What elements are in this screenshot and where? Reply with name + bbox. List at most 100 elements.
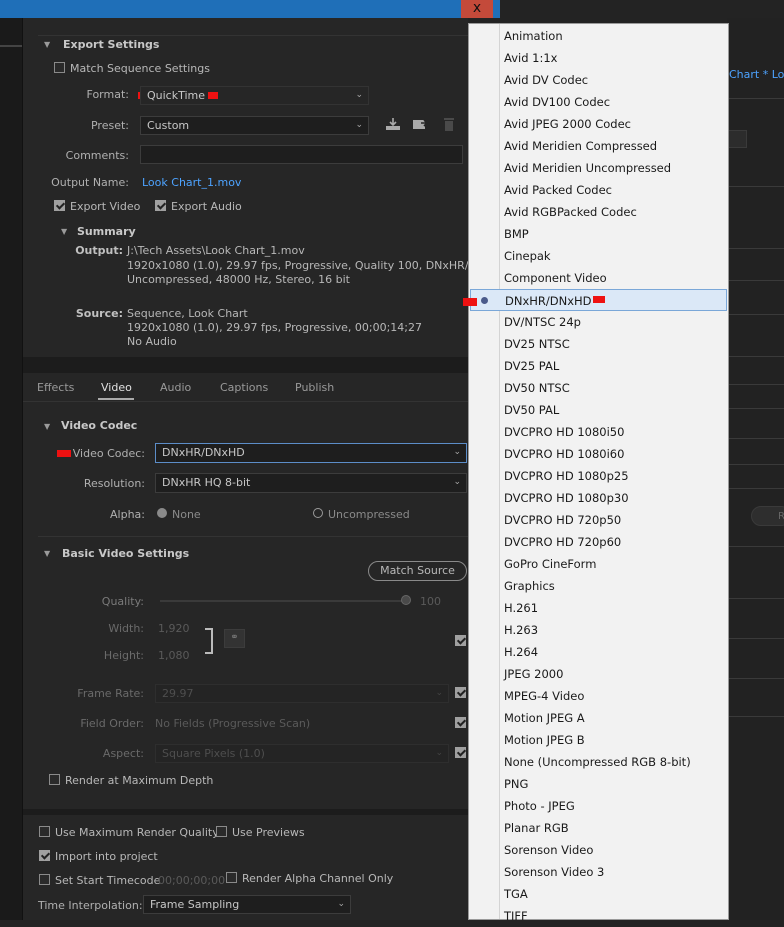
codec-menu-item[interactable]: H.261: [470, 597, 727, 619]
collapse-triangle-icon[interactable]: ▼: [61, 227, 67, 236]
time-interpolation-select[interactable]: Frame Sampling ⌄: [143, 895, 351, 914]
render-max-depth-checkbox[interactable]: [49, 774, 60, 785]
annotation-marker: [57, 450, 71, 457]
collapse-triangle-icon[interactable]: ▼: [44, 549, 50, 558]
right-pane-link[interactable]: Chart * Loo: [729, 68, 784, 81]
export-video-checkbox[interactable]: [54, 200, 65, 211]
codec-menu-item[interactable]: H.264: [470, 641, 727, 663]
codec-menu-item[interactable]: Avid Meridien Uncompressed: [470, 157, 727, 179]
timecode-value[interactable]: 00;00;00;00: [158, 874, 225, 887]
source-key: Source:: [75, 307, 123, 320]
frame-rate-value: 29.97: [162, 687, 194, 700]
height-value[interactable]: 1,080: [158, 649, 190, 662]
set-start-timecode-checkbox[interactable]: [39, 874, 50, 885]
codec-menu-item[interactable]: DV25 NTSC: [470, 333, 727, 355]
codec-menu-item-label: Avid 1:1x: [504, 51, 558, 65]
codec-menu-item-label: Cinepak: [504, 249, 551, 263]
codec-menu-item[interactable]: TIFF: [470, 905, 727, 927]
codec-menu-item[interactable]: Avid 1:1x: [470, 47, 727, 69]
match-source-button[interactable]: Match Source: [368, 561, 467, 581]
codec-menu-item[interactable]: Photo - JPEG: [470, 795, 727, 817]
dimensions-checkbox[interactable]: [455, 635, 466, 646]
codec-menu-item[interactable]: DVCPRO HD 1080p25: [470, 465, 727, 487]
resolution-select[interactable]: DNxHR HQ 8-bit ⌄: [155, 473, 467, 493]
field-order-checkbox[interactable]: [455, 717, 466, 728]
import-into-project-checkbox[interactable]: [39, 850, 50, 861]
codec-menu-item[interactable]: Avid JPEG 2000 Codec: [470, 113, 727, 135]
codec-menu-item[interactable]: Avid Meridien Compressed: [470, 135, 727, 157]
frame-rate-checkbox[interactable]: [455, 687, 466, 698]
import-preset-icon[interactable]: [412, 117, 429, 134]
codec-menu-item-label: Sorenson Video: [504, 843, 594, 857]
render-alpha-only-checkbox[interactable]: [226, 872, 237, 883]
delete-preset-icon[interactable]: [443, 117, 455, 134]
codec-menu-item[interactable]: DV50 NTSC: [470, 377, 727, 399]
collapse-triangle-icon[interactable]: ▼: [44, 40, 50, 49]
codec-menu-item[interactable]: H.263: [470, 619, 727, 641]
codec-menu-item[interactable]: TGA: [470, 883, 727, 905]
codec-menu-item-label: TGA: [504, 887, 528, 901]
codec-menu-item[interactable]: Motion JPEG B: [470, 729, 727, 751]
field-order-value[interactable]: No Fields (Progressive Scan): [155, 717, 310, 730]
video-codec-select[interactable]: DNxHR/DNxHD ⌄: [155, 443, 467, 463]
export-audio-checkbox[interactable]: [155, 200, 166, 211]
codec-menu-item[interactable]: DV50 PAL: [470, 399, 727, 421]
codec-menu-item[interactable]: Motion JPEG A: [470, 707, 727, 729]
max-render-quality-checkbox[interactable]: [39, 826, 50, 837]
codec-menu-item[interactable]: Avid DV Codec: [470, 69, 727, 91]
codec-menu-item[interactable]: GoPro CineForm: [470, 553, 727, 575]
codec-menu-item[interactable]: DVCPRO HD 1080p30: [470, 487, 727, 509]
codec-menu-item[interactable]: DVCPRO HD 720p50: [470, 509, 727, 531]
right-pane-field[interactable]: [727, 130, 747, 148]
codec-menu-item[interactable]: Animation: [470, 25, 727, 47]
tab-video[interactable]: Video: [101, 381, 132, 394]
codec-menu-item[interactable]: DVCPRO HD 720p60: [470, 531, 727, 553]
tab-effects[interactable]: Effects: [37, 381, 74, 394]
codec-menu-item[interactable]: BMP: [470, 223, 727, 245]
codec-menu-item[interactable]: Component Video: [470, 267, 727, 289]
aspect-select[interactable]: Square Pixels (1.0) ⌄: [155, 744, 449, 763]
comments-input[interactable]: [140, 145, 463, 164]
frame-rate-label: Frame Rate:: [77, 687, 144, 700]
tab-captions[interactable]: Captions: [220, 381, 268, 394]
codec-menu-item[interactable]: JPEG 2000: [470, 663, 727, 685]
codec-menu-item[interactable]: Sorenson Video: [470, 839, 727, 861]
codec-menu-item[interactable]: Sorenson Video 3: [470, 861, 727, 883]
tab-audio[interactable]: Audio: [160, 381, 191, 394]
aspect-checkbox[interactable]: [455, 747, 466, 758]
codec-menu-item[interactable]: DVCPRO HD 1080i60: [470, 443, 727, 465]
save-preset-icon[interactable]: [385, 117, 401, 134]
format-select[interactable]: QuickTime ⌄: [140, 86, 369, 105]
width-value[interactable]: 1,920: [158, 622, 190, 635]
aspect-value: Square Pixels (1.0): [162, 747, 265, 760]
codec-menu-item[interactable]: DV25 PAL: [470, 355, 727, 377]
codec-menu-item[interactable]: MPEG-4 Video: [470, 685, 727, 707]
collapse-triangle-icon[interactable]: ▼: [44, 422, 50, 431]
codec-menu-item[interactable]: Avid RGBPacked Codec: [470, 201, 727, 223]
frame-rate-select[interactable]: 29.97 ⌄: [155, 684, 449, 703]
codec-menu-item[interactable]: Planar RGB: [470, 817, 727, 839]
right-pane-button[interactable]: R: [751, 506, 784, 526]
codec-menu-item[interactable]: Graphics: [470, 575, 727, 597]
codec-menu-item[interactable]: PNG: [470, 773, 727, 795]
width-label: Width:: [108, 622, 144, 635]
chain-link-icon[interactable]: ⚭: [224, 629, 245, 648]
tab-publish[interactable]: Publish: [295, 381, 334, 394]
alpha-uncompressed-radio[interactable]: [313, 508, 323, 518]
use-previews-checkbox[interactable]: [216, 826, 227, 837]
preset-select[interactable]: Custom ⌄: [140, 116, 369, 135]
codec-menu-item[interactable]: Avid Packed Codec: [470, 179, 727, 201]
codec-menu-item[interactable]: None (Uncompressed RGB 8-bit): [470, 751, 727, 773]
match-sequence-checkbox[interactable]: [54, 62, 65, 73]
close-button[interactable]: x: [461, 0, 493, 18]
codec-menu-item[interactable]: DV/NTSC 24p: [470, 311, 727, 333]
output-name-link[interactable]: Look Chart_1.mov: [142, 176, 241, 189]
codec-menu-item-label: Avid Packed Codec: [504, 183, 612, 197]
codec-menu-item[interactable]: DVCPRO HD 1080i50: [470, 421, 727, 443]
codec-menu-item[interactable]: Cinepak: [470, 245, 727, 267]
quality-slider-handle[interactable]: [401, 595, 411, 605]
codec-menu-item-label: Avid DV100 Codec: [504, 95, 611, 109]
render-max-depth-label: Render at Maximum Depth: [65, 774, 214, 787]
codec-menu-item[interactable]: Avid DV100 Codec: [470, 91, 727, 113]
alpha-none-radio[interactable]: [157, 508, 167, 518]
